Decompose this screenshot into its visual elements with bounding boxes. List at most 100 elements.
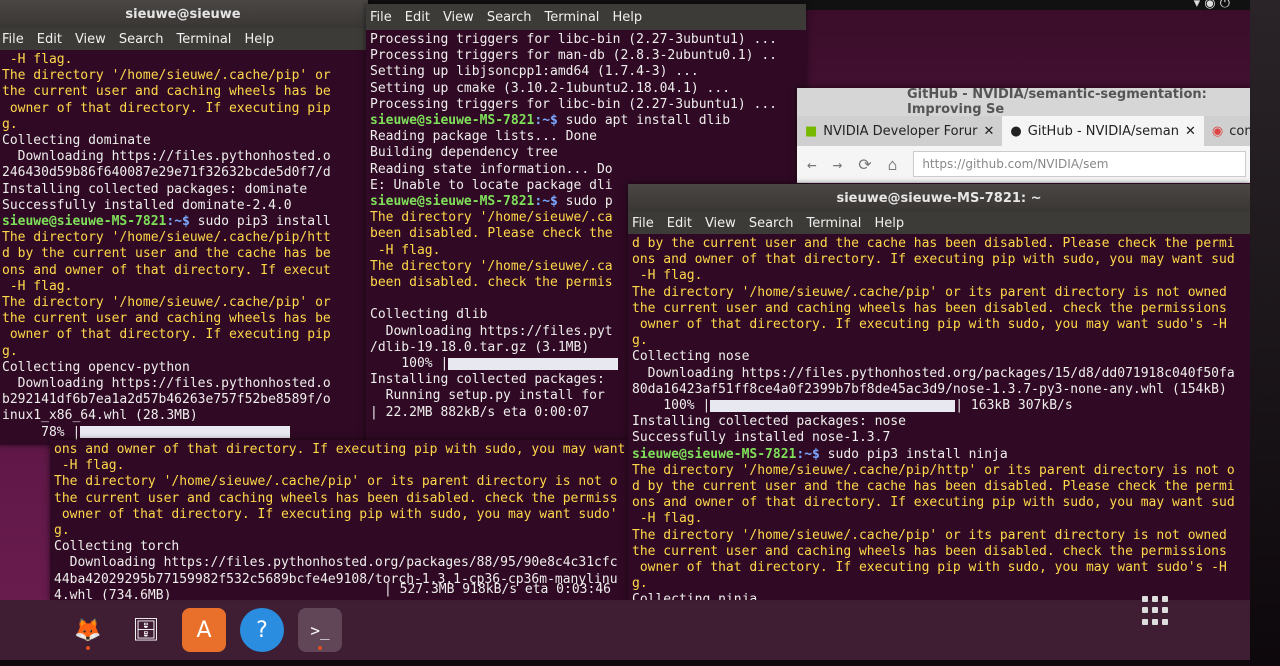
terminal-line: -H flag. — [2, 52, 73, 67]
prompt-user: sieuwe@sieuwe-MS-7821 — [370, 113, 535, 129]
url-bar[interactable]: https://github.com/NVIDIA/sem — [913, 151, 1246, 177]
progress-bar — [448, 357, 619, 370]
terminal-line: Setting up libjsoncpp1:amd64 (1.7.4-3) .… — [370, 64, 699, 80]
terminal-line: g. — [632, 576, 648, 592]
terminal-line: 80da16423af51ff8ce4a0f2399b7bf8de45ac3d9… — [632, 381, 1227, 397]
terminal-line: owner of that directory. If executing pi… — [2, 100, 331, 116]
terminal-line: 100% | | 163kB 307kB/s — [632, 398, 1246, 414]
tab-nvidia-forum[interactable]: ■ NVIDIA Developer Forur ✕ — [797, 116, 1002, 146]
reload-icon[interactable]: ⟳ — [858, 155, 871, 174]
terminal-line: -H flag. — [632, 511, 703, 527]
files-icon[interactable]: 🗄 — [124, 608, 168, 652]
terminal-window-active[interactable]: sieuwe@sieuwe-MS-7821: ~ File Edit View Sea… — [628, 184, 1250, 600]
close-icon[interactable]: ✕ — [1185, 124, 1196, 139]
menu-item-help[interactable]: Help — [244, 32, 274, 47]
menu-item-help[interactable]: Help — [612, 10, 642, 25]
forward-icon[interactable]: → — [833, 155, 843, 174]
running-indicator — [318, 646, 322, 650]
terminal-line: The directory '/home/sieuwe/.cache/pip/h… — [632, 462, 1235, 478]
terminal-line: Downloading https://files.pythonhosted.o — [2, 149, 331, 165]
terminal-menubar: File Edit View Search Terminal Help — [366, 4, 806, 30]
terminal-line: The directory '/home/sieuwe/.cache/pip' … — [632, 284, 1227, 300]
menu-item-view[interactable]: View — [443, 10, 474, 25]
menu-item-edit[interactable]: Edit — [667, 216, 692, 231]
menu-item-view[interactable]: View — [705, 216, 736, 231]
terminal-output[interactable]: ons and owner of that directory. If exec… — [50, 440, 630, 600]
terminal-line: The directory '/home/sieuwe/.cache/pip' … — [54, 474, 618, 490]
software-icon[interactable]: A — [182, 608, 226, 652]
terminal-output[interactable]: -H flag. The directory '/home/sieuwe/.cac… — [0, 50, 368, 443]
terminal-line: The directory '/home/sieuwe/.cache/pip' … — [2, 68, 331, 84]
close-icon[interactable]: ✕ — [984, 124, 995, 139]
terminal-icon[interactable]: >_ — [298, 608, 342, 652]
menu-item-terminal[interactable]: Terminal — [806, 216, 861, 231]
desktop-screen: ▾ ◉ ⏻ sieuwe@sieuwe File Edit View Search Te… — [0, 0, 1250, 660]
prompt-user: sieuwe@sieuwe-MS-7821 — [632, 446, 797, 462]
menu-item-file[interactable]: File — [632, 216, 654, 231]
prompt-user: sieuwe@sieuwe-MS-7821 — [370, 194, 535, 210]
menu-item-edit[interactable]: Edit — [37, 32, 62, 47]
terminal-line: Successfully installed nose-1.3.7 — [632, 430, 891, 446]
terminal-line: owner of that directory. If executing pi… — [632, 560, 1227, 576]
progress-bar — [80, 426, 291, 439]
tab-label: GitHub - NVIDIA/seman — [1027, 123, 1179, 139]
progress-status: | 163kB 307kB/s — [955, 398, 1073, 414]
terminal-line: g. — [2, 343, 18, 359]
menu-item-view[interactable]: View — [75, 32, 106, 47]
terminal-line: ons and owner of that directory. If exec… — [632, 252, 1235, 268]
terminal-line: Downloading https://files.pythonhosted.o… — [632, 365, 1235, 381]
menu-item-file[interactable]: File — [2, 32, 24, 47]
browser-window[interactable]: GitHub - NVIDIA/semantic-segmentation: I… — [797, 88, 1250, 183]
terminal-line: -H flag. — [54, 458, 125, 474]
dock-glyph: 🦊 — [74, 617, 102, 643]
terminal-line: The directory '/home/sieuwe/.cache/pip' … — [632, 527, 1227, 543]
terminal-window-1[interactable]: sieuwe@sieuwe File Edit View Search Terminal… — [0, 0, 368, 445]
terminal-line: -H flag. — [632, 268, 703, 284]
prompt-command: sudo pip3 install ninja — [819, 446, 1008, 462]
back-icon[interactable]: ← — [807, 155, 817, 174]
terminal-line: Successfully installed dominate-2.4.0 — [2, 197, 292, 213]
terminal-line: owner of that directory. If executing pi… — [2, 327, 331, 343]
tab-github[interactable]: ● GitHub - NVIDIA/seman ✕ — [1002, 116, 1204, 146]
tab-third[interactable]: ◉ conc — [1204, 116, 1250, 146]
terminal-line: Processing triggers for libc-bin (2.27-3… — [370, 96, 777, 112]
terminal-line: owner of that directory. If executing pi… — [632, 317, 1227, 333]
prompt-command: sudo pip3 install — [189, 214, 331, 230]
terminal-menubar: File Edit View Search Terminal Help — [628, 212, 1250, 234]
home-icon[interactable]: ⌂ — [888, 155, 898, 174]
chrome-icon: ◉ — [1211, 123, 1224, 139]
prompt-command: sudo p — [557, 194, 613, 210]
tab-label: conc — [1229, 123, 1250, 139]
terminal-line: Building dependency tree — [370, 145, 558, 161]
terminal-line: sieuwe@sieuwe-MS-7821:~$ sudo pip3 insta… — [632, 447, 1246, 463]
terminal-line: sieuwe@sieuwe-MS-7821:~$ sudo apt instal… — [370, 113, 802, 129]
terminal-line: the current user and caching wheels has … — [2, 311, 331, 327]
help-icon[interactable]: ? — [240, 608, 284, 652]
menu-item-terminal[interactable]: Terminal — [544, 10, 599, 25]
browser-tabs: ■ NVIDIA Developer Forur ✕ ● GitHub - NVIDI… — [797, 116, 1250, 146]
system-menu-icons[interactable]: ▾ ◉ ⏻ — [1194, 0, 1230, 11]
terminal-output[interactable]: d by the current user and the cache has … — [628, 234, 1250, 600]
prompt-path: :~$ — [534, 113, 558, 129]
terminal-line: d by the current user and the cache has … — [632, 479, 1235, 495]
menu-item-terminal[interactable]: Terminal — [176, 32, 231, 47]
menu-item-edit[interactable]: Edit — [405, 10, 430, 25]
browser-title[interactable]: GitHub - NVIDIA/semantic-segmentation: I… — [797, 88, 1250, 117]
show-applications-icon[interactable] — [1142, 596, 1172, 626]
window-title[interactable]: sieuwe@sieuwe — [0, 0, 368, 28]
menu-item-search[interactable]: Search — [487, 10, 532, 25]
terminal-line: g. — [632, 333, 648, 349]
progress-percent: 100% | — [370, 356, 449, 372]
menu-item-search[interactable]: Search — [749, 216, 794, 231]
menu-item-search[interactable]: Search — [119, 32, 164, 47]
window-title[interactable]: sieuwe@sieuwe-MS-7821: ~ — [628, 184, 1250, 212]
terminal-line: the current user and caching wheels has … — [2, 84, 331, 100]
menu-item-help[interactable]: Help — [874, 216, 904, 231]
progress-percent: 78% | — [2, 424, 81, 440]
prompt-path: :~$ — [166, 214, 190, 230]
terminal-window-3[interactable]: ons and owner of that directory. If exec… — [50, 440, 630, 600]
menu-item-file[interactable]: File — [370, 10, 392, 25]
terminal-line: sieuwe@sieuwe-MS-7821:~$ sudo pip3 insta… — [2, 214, 364, 230]
firefox-icon[interactable]: 🦊 — [66, 608, 110, 652]
prompt-user: sieuwe@sieuwe-MS-7821 — [2, 214, 167, 230]
